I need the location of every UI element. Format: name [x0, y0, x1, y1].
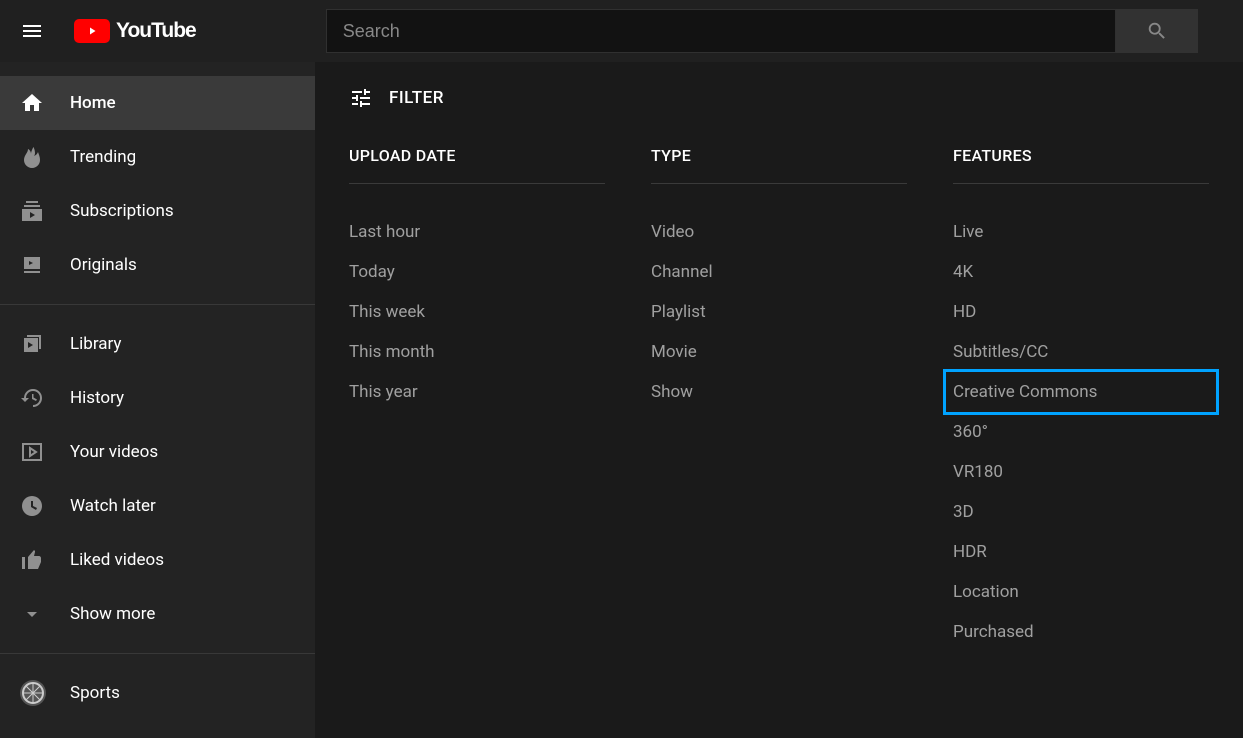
sidebar-item-label: Sports [70, 683, 120, 703]
originals-icon [20, 253, 44, 277]
filter-option-3d[interactable]: 3D [953, 492, 1209, 532]
sidebar-item-sports[interactable]: Sports [0, 666, 315, 720]
your-videos-icon [20, 440, 44, 464]
filter-option-this-year[interactable]: This year [349, 372, 605, 412]
sidebar-item-label: History [70, 388, 124, 408]
sidebar-item-your-videos[interactable]: Your videos [0, 425, 315, 479]
main-content: FILTER UPLOAD DATE Last hourTodayThis wee… [315, 62, 1243, 738]
sidebar-item-show-more[interactable]: Show more [0, 587, 315, 641]
sidebar-item-label: Liked videos [70, 550, 164, 570]
sidebar-item-label: Watch later [70, 496, 156, 516]
filter-column-features: FEATURESLive4KHDSubtitles/CCCreative Com… [953, 146, 1209, 652]
filter-option-this-month[interactable]: This month [349, 332, 605, 372]
sidebar-item-label: Show more [70, 604, 155, 624]
tune-icon [349, 86, 373, 110]
trending-icon [20, 145, 44, 169]
history-icon [20, 386, 44, 410]
filter-option-movie[interactable]: Movie [651, 332, 907, 372]
filter-button[interactable]: FILTER [349, 86, 1209, 110]
filter-option-location[interactable]: Location [953, 572, 1209, 612]
subscriptions-icon [20, 199, 44, 223]
filter-column-type: TYPE VideoChannelPlaylistMovieShow [651, 146, 907, 652]
filter-columns: UPLOAD DATE Last hourTodayThis weekThis m… [349, 146, 1209, 652]
filter-column-heading: UPLOAD DATE [349, 146, 605, 184]
search-container [326, 9, 1198, 53]
sidebar-item-label: Library [70, 334, 121, 354]
topbar: YouTube [0, 0, 1243, 62]
filter-option-today[interactable]: Today [349, 252, 605, 292]
filter-label: FILTER [389, 88, 444, 108]
library-icon [20, 332, 44, 356]
filter-column-heading: TYPE [651, 146, 907, 184]
sidebar-item-trending[interactable]: Trending [0, 130, 315, 184]
sidebar-item-subscriptions[interactable]: Subscriptions [0, 184, 315, 238]
play-icon [86, 25, 98, 37]
brand-text: YouTube [116, 19, 196, 43]
sidebar-item-label: Your videos [70, 442, 158, 462]
sidebar: Home Trending Subscriptions Originals Librar… [0, 62, 315, 738]
menu-button[interactable] [20, 19, 44, 43]
sidebar-item-label: Originals [70, 255, 137, 275]
filter-option-show[interactable]: Show [651, 372, 907, 412]
sidebar-item-history[interactable]: History [0, 371, 315, 425]
watch-later-icon [20, 494, 44, 518]
filter-option-360-[interactable]: 360° [953, 412, 1209, 452]
sidebar-item-originals[interactable]: Originals [0, 238, 315, 292]
filter-option-video[interactable]: Video [651, 212, 907, 252]
sidebar-item-label: Subscriptions [70, 201, 174, 221]
hamburger-icon [20, 19, 44, 43]
filter-option-hdr[interactable]: HDR [953, 532, 1209, 572]
filter-column-heading: FEATURES [953, 146, 1209, 184]
filter-option-channel[interactable]: Channel [651, 252, 907, 292]
sidebar-item-home[interactable]: Home [0, 76, 315, 130]
home-icon [20, 91, 44, 115]
sidebar-item-library[interactable]: Library [0, 317, 315, 371]
sidebar-item-watch-later[interactable]: Watch later [0, 479, 315, 533]
filter-option-purchased[interactable]: Purchased [953, 612, 1209, 652]
filter-option-hd[interactable]: HD [953, 292, 1209, 332]
sports-icon [20, 680, 46, 706]
sidebar-item-label: Trending [70, 147, 136, 167]
search-icon [1146, 20, 1168, 42]
chevron-down-icon [20, 602, 44, 626]
filter-option-playlist[interactable]: Playlist [651, 292, 907, 332]
filter-option-last-hour[interactable]: Last hour [349, 212, 605, 252]
logo-badge [74, 19, 110, 43]
logo[interactable]: YouTube [74, 19, 196, 43]
filter-option-this-week[interactable]: This week [349, 292, 605, 332]
filter-option-creative-commons[interactable]: Creative Commons [943, 369, 1219, 415]
liked-icon [20, 548, 44, 572]
filter-option-subtitles-cc[interactable]: Subtitles/CC [953, 332, 1209, 372]
filter-option-4k[interactable]: 4K [953, 252, 1209, 292]
filter-option-vr180[interactable]: VR180 [953, 452, 1209, 492]
search-button[interactable] [1116, 9, 1198, 53]
sidebar-separator [0, 653, 315, 654]
sidebar-item-liked-videos[interactable]: Liked videos [0, 533, 315, 587]
filter-option-live[interactable]: Live [953, 212, 1209, 252]
sidebar-separator [0, 304, 315, 305]
filter-column-upload-date: UPLOAD DATE Last hourTodayThis weekThis m… [349, 146, 605, 652]
search-input[interactable] [326, 9, 1116, 53]
sidebar-item-label: Home [70, 93, 116, 113]
